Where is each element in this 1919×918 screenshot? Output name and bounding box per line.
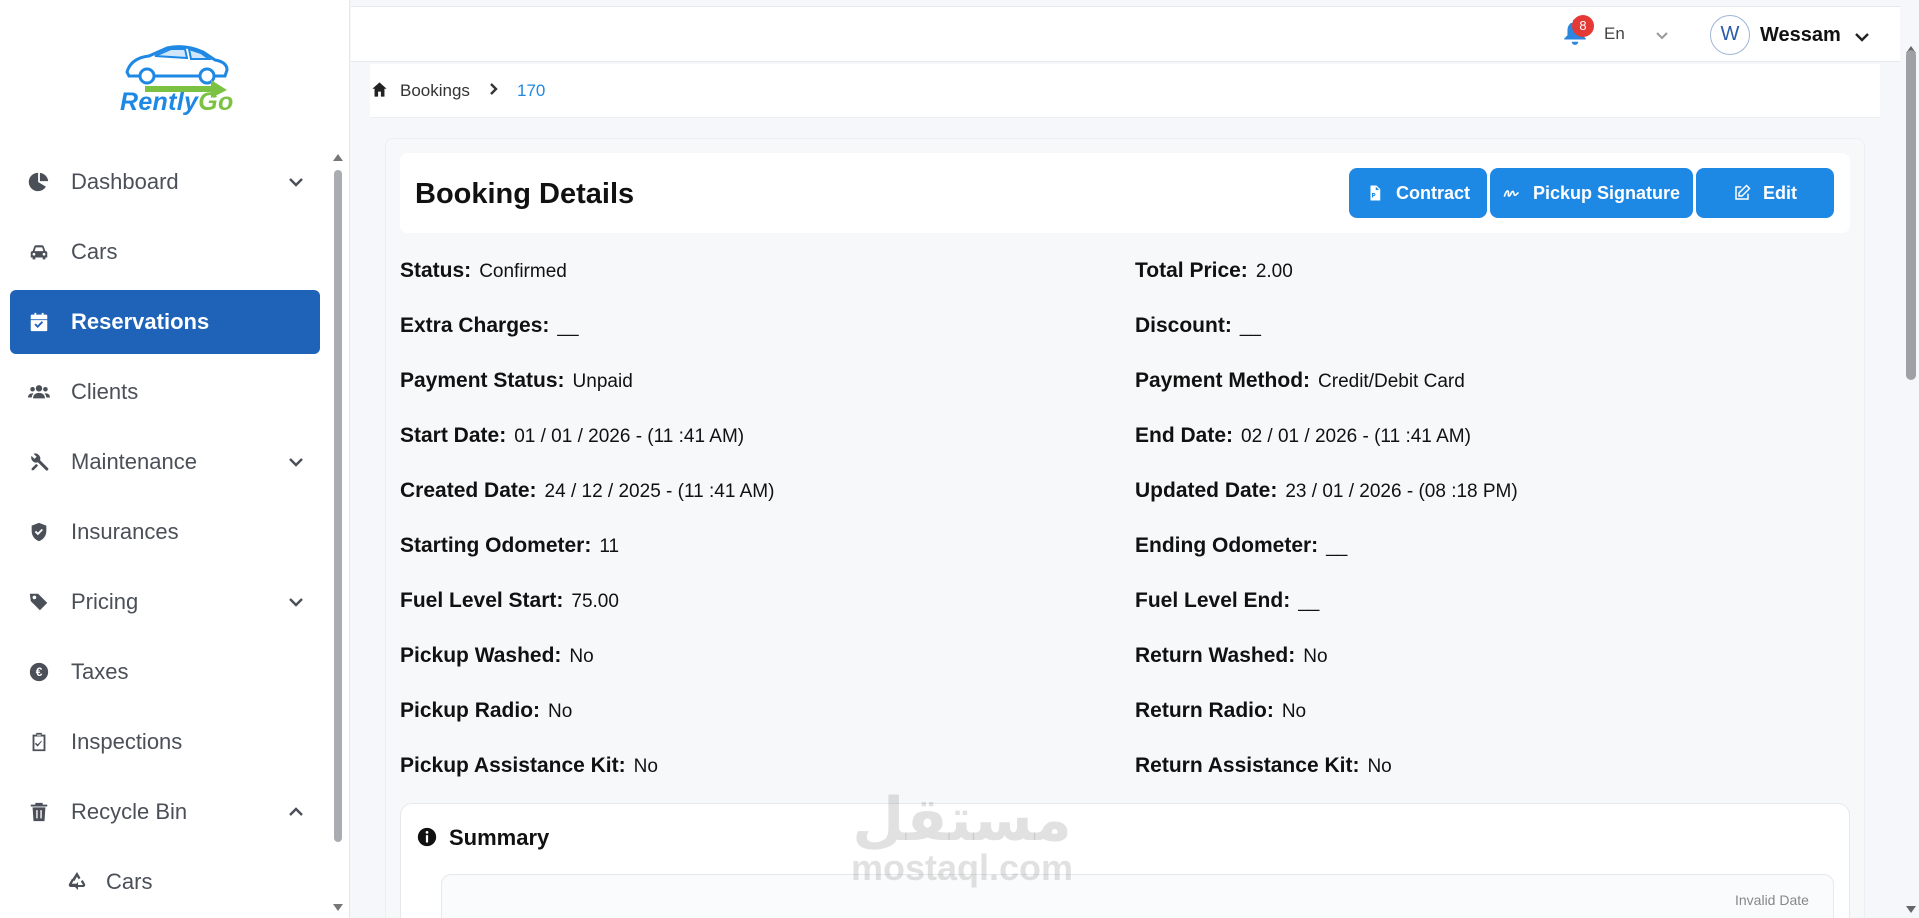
sidebar-item-dashboard[interactable]: Dashboard <box>10 150 320 214</box>
sidebar-item-label: Clients <box>71 379 139 404</box>
detail-pickup-assistance-kit: Pickup Assistance Kit: No <box>400 754 658 777</box>
detail-pickup-washed: Pickup Washed: No <box>400 644 594 667</box>
detail-fuel-level-start: Fuel Level Start: 75.00 <box>400 589 619 612</box>
summary-entry <box>441 874 1834 918</box>
clipboard-check-icon <box>26 729 52 755</box>
sidebar-item-label: Taxes <box>71 659 129 684</box>
detail-return-radio: Return Radio: No <box>1135 699 1307 722</box>
scrollbar-thumb[interactable] <box>334 170 342 842</box>
contract-button-label: Contract <box>1395 182 1470 203</box>
sidebar-item-maintenance[interactable]: Maintenance <box>10 430 320 494</box>
sidebar-item-reservations[interactable]: Reservations <box>10 290 320 354</box>
euro-icon: € <box>26 659 52 685</box>
signature-icon <box>1503 184 1521 202</box>
sidebar-item-label: Dashboard <box>71 169 179 194</box>
tools-icon <box>26 449 52 475</box>
pickup-signature-button-label: Pickup Signature <box>1532 182 1681 203</box>
svg-text:€: € <box>36 665 43 679</box>
avatar[interactable]: W <box>1710 15 1750 55</box>
edit-button-label: Edit <box>1763 182 1797 203</box>
sidebar-subitem-recycle-cars[interactable]: Cars <box>10 850 320 914</box>
detail-payment-status: Payment Status: Unpaid <box>400 369 633 392</box>
trash-icon <box>26 799 52 825</box>
sidebar-item-label: Maintenance <box>71 449 197 474</box>
scrollbar-thumb[interactable] <box>1906 50 1916 380</box>
sidebar-item-cars[interactable]: Cars <box>10 220 320 284</box>
sidebar-item-taxes[interactable]: € Taxes <box>10 640 320 704</box>
booking-details-card <box>385 138 1865 918</box>
language-select[interactable]: En <box>1604 24 1625 44</box>
contract-button[interactable]: Contract <box>1349 168 1487 218</box>
detail-updated-date: Updated Date: 23 / 01 / 2026 - (08 :18 PM… <box>1135 479 1518 502</box>
info-icon <box>416 826 438 848</box>
sidebar-subitem-label: Cars <box>106 869 153 894</box>
scroll-up-arrow-icon[interactable] <box>333 154 343 161</box>
chevron-down-icon[interactable] <box>1853 28 1873 48</box>
sidebar-item-pricing[interactable]: Pricing <box>10 570 320 634</box>
detail-extra-charges: Extra Charges: __ <box>400 314 579 337</box>
detail-created-date: Created Date: 24 / 12 / 2025 - (11 :41 AM… <box>400 479 775 502</box>
sidebar-item-label: Recycle Bin <box>71 799 188 824</box>
detail-total-price: Total Price: 2.00 <box>1135 259 1293 282</box>
sidebar-item-clients[interactable]: Clients <box>10 360 320 424</box>
detail-discount: Discount: __ <box>1135 314 1261 337</box>
shield-icon <box>26 519 52 545</box>
detail-return-washed: Return Washed: No <box>1135 644 1328 667</box>
detail-start-date: Start Date: 01 / 01 / 2026 - (11 :41 AM) <box>400 424 745 447</box>
breadcrumb-bookings-link[interactable]: Bookings <box>400 81 470 101</box>
recycle-icon <box>64 869 90 895</box>
detail-pickup-radio: Pickup Radio: No <box>400 699 573 722</box>
page-scrollbar[interactable] <box>1904 46 1918 918</box>
sidebar-item-label: Inspections <box>71 729 183 754</box>
detail-fuel-level-end: Fuel Level End: __ <box>1135 589 1320 612</box>
tags-icon <box>26 589 52 615</box>
pickup-signature-button[interactable]: Pickup Signature <box>1490 168 1693 218</box>
page-title: Booking Details <box>415 178 635 210</box>
chevron-up-icon[interactable] <box>286 802 306 822</box>
chevron-down-icon[interactable] <box>286 172 306 192</box>
chevron-right-icon <box>487 82 503 98</box>
chevron-down-icon[interactable] <box>286 592 306 612</box>
sidebar-nav: Dashboard Cars Reservations Clients Main… <box>10 150 320 914</box>
detail-ending-odometer: Ending Odometer: __ <box>1135 534 1348 557</box>
detail-return-assistance-kit: Return Assistance Kit: No <box>1135 754 1392 777</box>
car-icon <box>26 239 52 265</box>
detail-status: Status: Confirmed <box>400 259 567 282</box>
detail-starting-odometer: Starting Odometer: 11 <box>400 534 620 557</box>
sidebar-item-label: Pricing <box>71 589 139 614</box>
sidebar-item-inspections[interactable]: Inspections <box>10 710 320 774</box>
sidebar-item-label: Reservations <box>71 309 210 334</box>
detail-payment-method: Payment Method: Credit/Debit Card <box>1135 369 1465 392</box>
scroll-down-arrow-icon[interactable] <box>333 904 343 911</box>
edit-button[interactable]: Edit <box>1696 168 1834 218</box>
sidebar-item-label: Insurances <box>71 519 179 544</box>
users-icon <box>26 379 52 405</box>
detail-end-date: End Date: 02 / 01 / 2026 - (11 :41 AM) <box>1135 424 1471 447</box>
sidebar-scrollbar[interactable] <box>333 150 343 912</box>
breadcrumb-current[interactable]: 170 <box>517 81 545 101</box>
calendar-check-icon <box>26 309 52 335</box>
sidebar-item-insurances[interactable]: Insurances <box>10 500 320 564</box>
pie-chart-icon <box>26 169 52 195</box>
file-pdf-icon <box>1366 184 1384 202</box>
breadcrumb <box>370 64 1880 118</box>
brand-name: RentlyGo <box>120 88 234 116</box>
summary-date: Invalid Date <box>1735 892 1809 908</box>
sidebar: RentlyGo Dashboard Cars Reservations Cli… <box>0 0 350 918</box>
sidebar-item-label: Cars <box>71 239 118 264</box>
user-name[interactable]: Wessam <box>1760 24 1841 47</box>
home-icon[interactable] <box>371 81 389 99</box>
sidebar-item-recycle-bin[interactable]: Recycle Bin <box>10 780 320 844</box>
notification-badge: 8 <box>1572 15 1594 37</box>
watermark: مستقل mostaql.com <box>850 786 1074 888</box>
chevron-down-icon[interactable] <box>1655 28 1671 44</box>
summary-title: Summary <box>449 825 550 850</box>
scroll-down-arrow-icon[interactable] <box>1906 906 1916 913</box>
chevron-down-icon[interactable] <box>286 452 306 472</box>
edit-icon <box>1733 184 1751 202</box>
